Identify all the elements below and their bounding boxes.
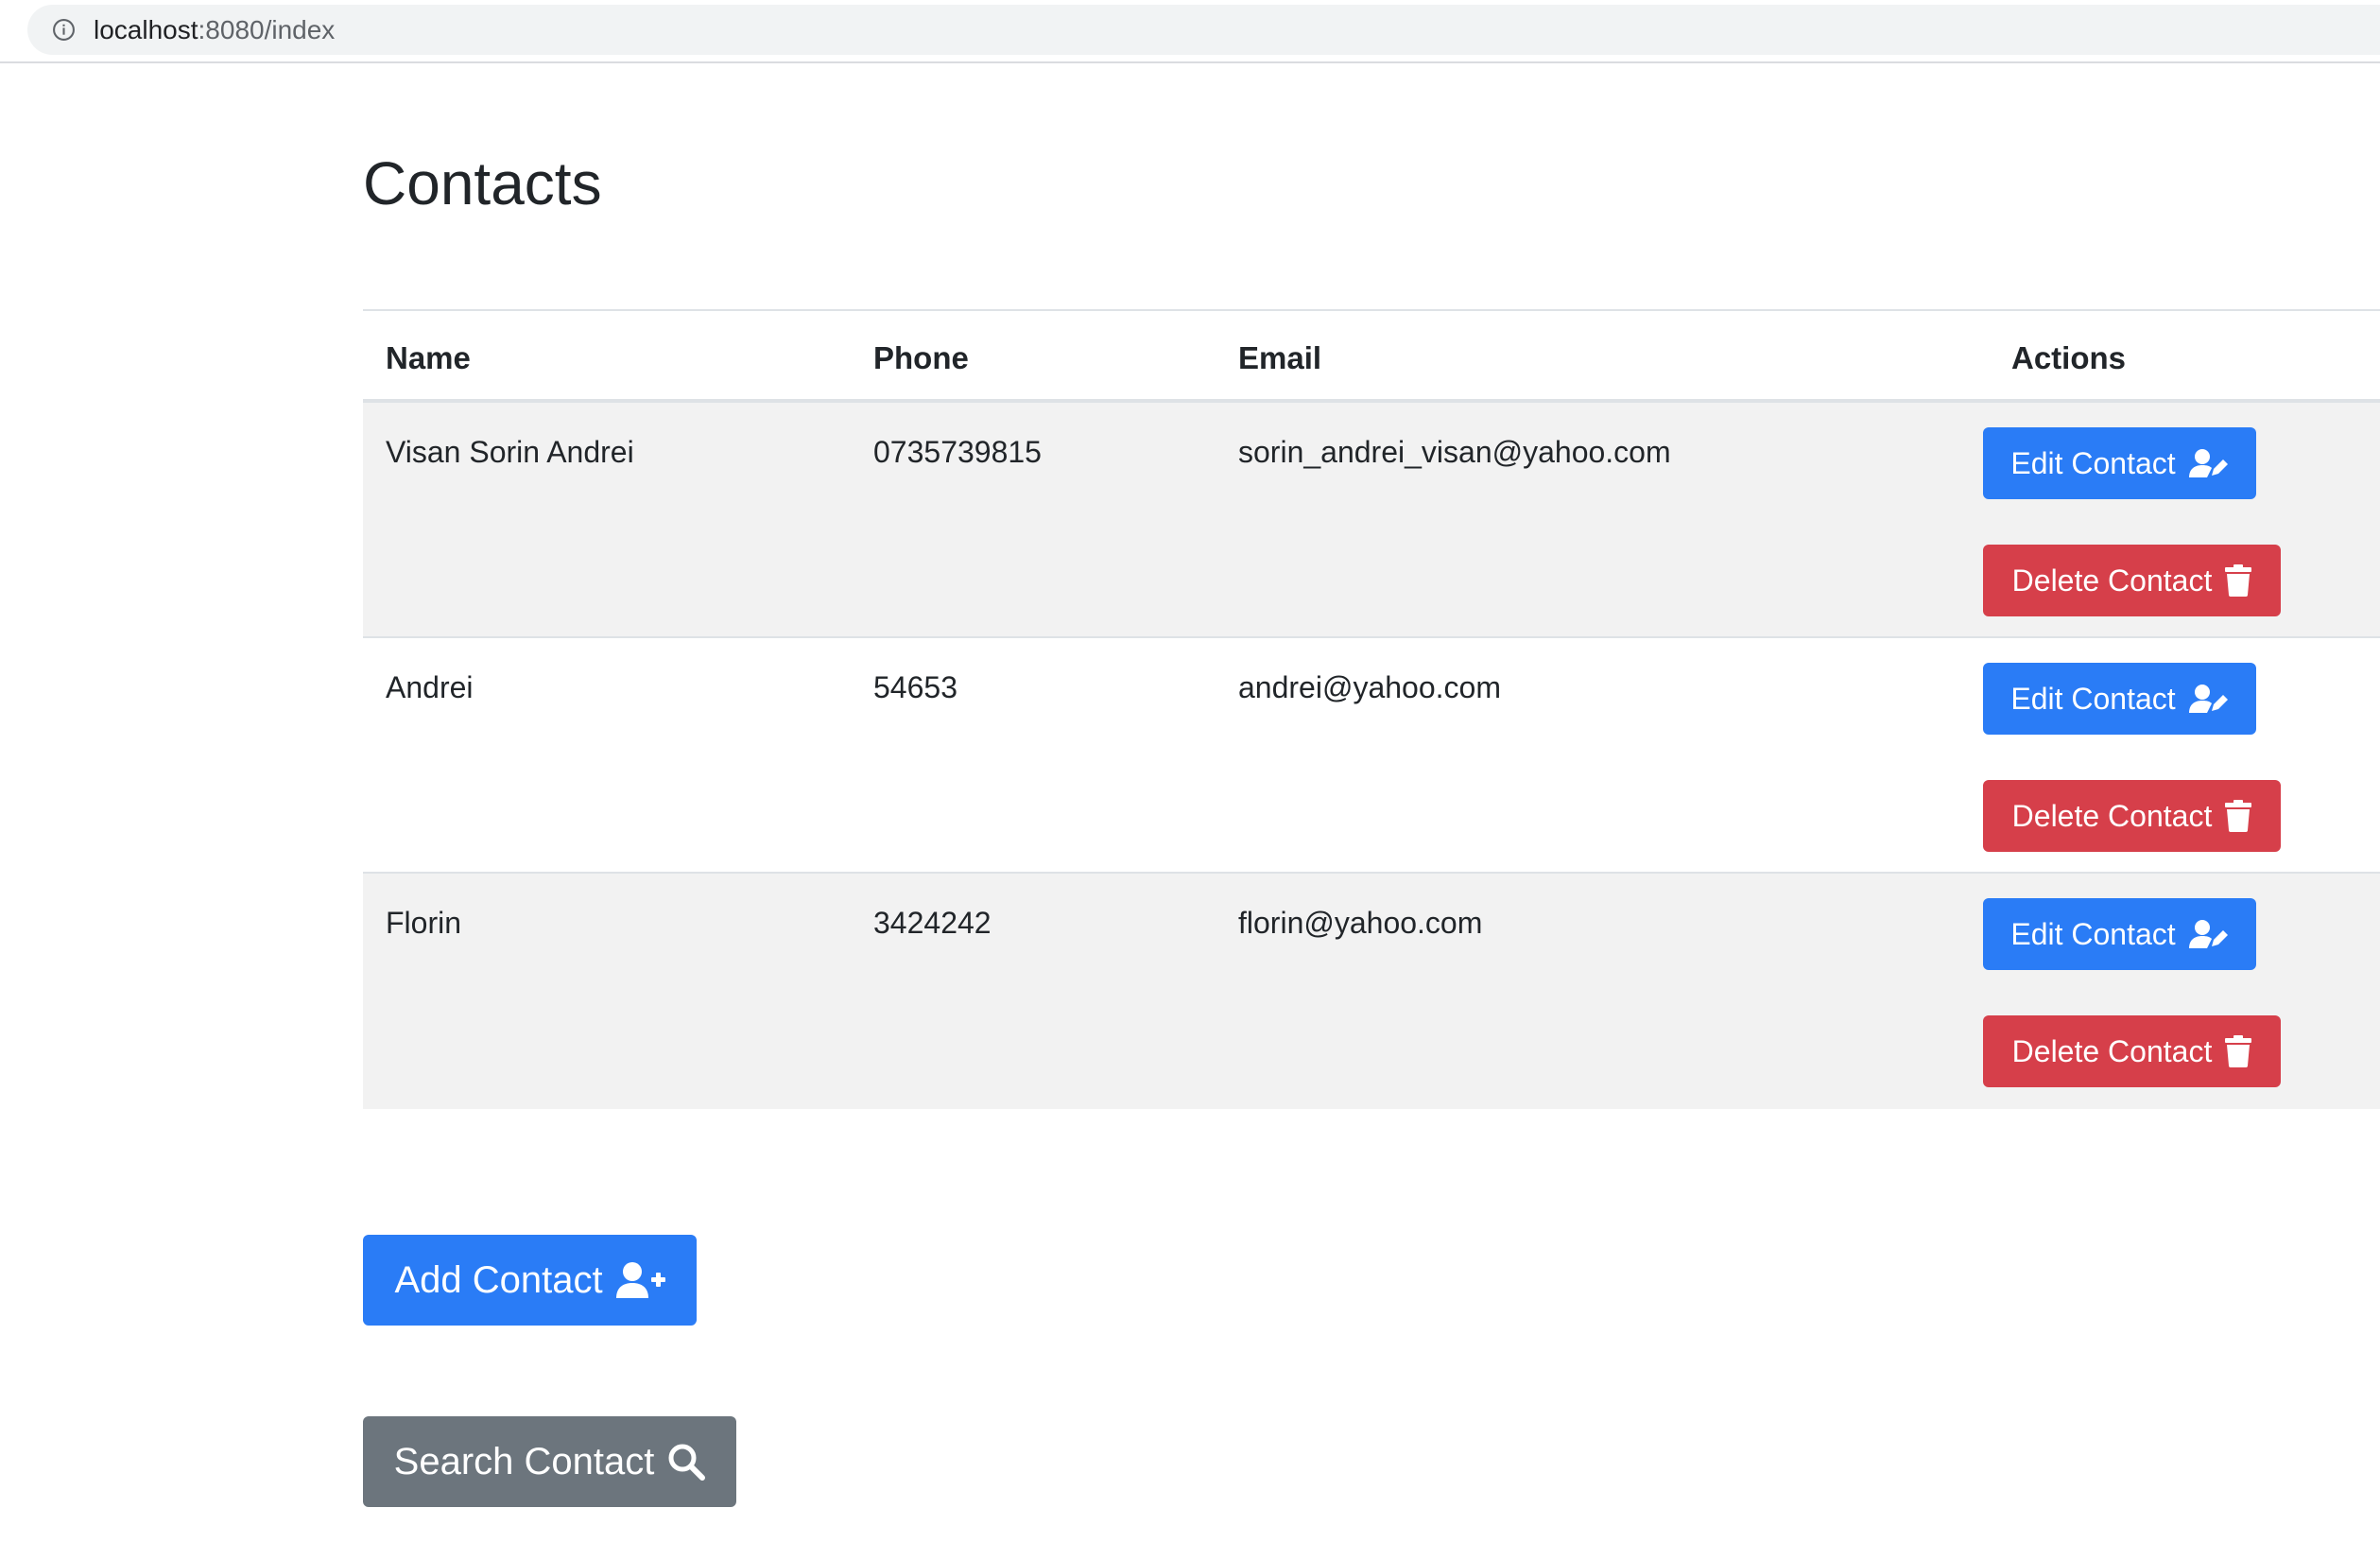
url-text[interactable]: localhost:8080/index — [94, 15, 335, 45]
browser-address-bar: localhost:8080/index — [0, 0, 2380, 63]
trash-icon — [2225, 800, 2252, 832]
delete-contact-button[interactable]: Delete Contact — [1983, 780, 2281, 852]
column-header-email: Email — [1238, 340, 1322, 375]
trash-icon — [2225, 1035, 2252, 1067]
edit-contact-label: Edit Contact — [2010, 681, 2176, 716]
table-row: Visan Sorin Andrei 0735739815 sorin_andr… — [363, 403, 2380, 638]
add-contact-button[interactable]: Add Contact — [363, 1235, 697, 1326]
contact-phone: 54653 — [873, 670, 957, 704]
url-bar[interactable]: localhost:8080/index — [27, 5, 2380, 55]
table-header: Name Phone Email Actions — [363, 309, 2380, 403]
edit-contact-button[interactable]: Edit Contact — [1983, 898, 2256, 970]
edit-contact-label: Edit Contact — [2010, 445, 2176, 480]
column-header-actions: Actions — [2011, 340, 2127, 375]
search-contact-label: Search Contact — [393, 1440, 655, 1482]
edit-contact-button[interactable]: Edit Contact — [1983, 663, 2256, 735]
delete-contact-label: Delete Contact — [2011, 563, 2213, 598]
contact-email: andrei@yahoo.com — [1238, 670, 1501, 704]
column-header-phone: Phone — [873, 340, 969, 375]
user-plus-icon — [615, 1261, 665, 1299]
edit-contact-button[interactable]: Edit Contact — [1983, 427, 2256, 499]
table-row: Andrei 54653 andrei@yahoo.com Edit Conta… — [363, 638, 2380, 874]
column-header-name: Name — [386, 340, 471, 375]
url-host: localhost — [94, 15, 198, 44]
user-edit-icon — [2188, 448, 2229, 478]
edit-contact-label: Edit Contact — [2010, 916, 2176, 951]
contact-phone: 3424242 — [873, 906, 992, 940]
contact-phone: 0735739815 — [873, 435, 1042, 469]
delete-contact-button[interactable]: Delete Contact — [1983, 1015, 2281, 1087]
contact-name: Visan Sorin Andrei — [386, 435, 634, 469]
user-edit-icon — [2188, 919, 2229, 949]
page-title: Contacts — [363, 149, 602, 217]
search-icon — [667, 1443, 706, 1481]
contact-email: florin@yahoo.com — [1238, 906, 1483, 940]
trash-icon — [2225, 564, 2252, 597]
contact-name: Andrei — [386, 670, 474, 704]
search-contact-button[interactable]: Search Contact — [363, 1416, 736, 1507]
delete-contact-label: Delete Contact — [2011, 1033, 2213, 1068]
contact-name: Florin — [386, 906, 462, 940]
contact-email: sorin_andrei_visan@yahoo.com — [1238, 435, 1671, 469]
url-path: :8080/index — [198, 15, 336, 44]
delete-contact-label: Delete Contact — [2011, 798, 2213, 833]
info-circle-icon[interactable] — [52, 18, 76, 42]
delete-contact-button[interactable]: Delete Contact — [1983, 545, 2281, 616]
user-edit-icon — [2188, 684, 2229, 714]
table-row: Florin 3424242 florin@yahoo.com Edit Con… — [363, 874, 2380, 1109]
contacts-table: Name Phone Email Actions Visan Sorin And… — [363, 309, 2380, 1109]
add-contact-label: Add Contact — [394, 1258, 603, 1301]
